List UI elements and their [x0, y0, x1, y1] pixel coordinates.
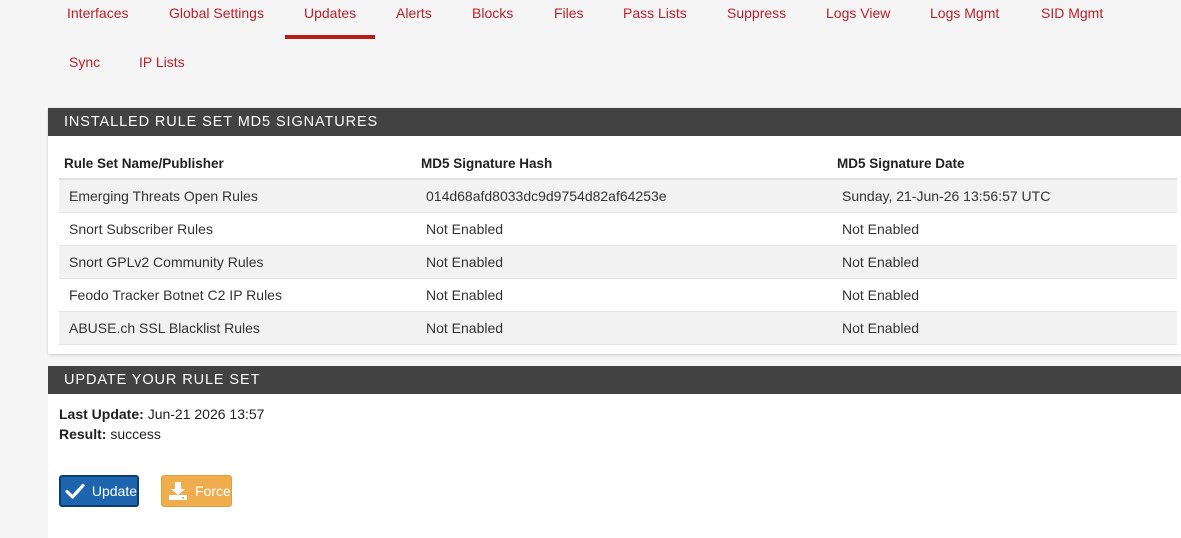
update-button-label: Update	[91, 483, 137, 499]
tab-ip-lists[interactable]: IP Lists	[139, 54, 185, 70]
md5-date: Not Enabled	[832, 311, 1177, 345]
check-icon	[65, 481, 86, 501]
last-update-value: Jun-21 2026 13:57	[147, 406, 265, 422]
table-row: ABUSE.ch SSL Blacklist Rules Not Enabled…	[59, 311, 1177, 345]
force-button[interactable]: Force	[161, 475, 232, 507]
rule-set-name: ABUSE.ch SSL Blacklist Rules	[59, 311, 416, 345]
tab-logs-mgmt[interactable]: Logs Mgmt	[930, 5, 999, 21]
last-update-line: Last Update: Jun-21 2026 13:57	[59, 406, 264, 422]
panel-heading: UPDATE YOUR RULE SET	[48, 366, 1181, 394]
table-header-row: Rule Set Name/Publisher MD5 Signature Ha…	[59, 149, 1177, 180]
md5-hash: Not Enabled	[416, 278, 832, 312]
result-label: Result:	[59, 426, 107, 442]
result-line: Result: success	[59, 426, 161, 442]
tab-pass-lists[interactable]: Pass Lists	[623, 5, 687, 21]
tab-updates[interactable]: Updates	[304, 5, 356, 21]
table-row: Feodo Tracker Botnet C2 IP Rules Not Ena…	[59, 278, 1177, 312]
tab-interfaces[interactable]: Interfaces	[67, 5, 128, 21]
tab-alerts[interactable]: Alerts	[396, 5, 432, 21]
tab-blocks[interactable]: Blocks	[472, 5, 513, 21]
table-row: Emerging Threats Open Rules 014d68afd803…	[59, 179, 1177, 213]
md5-date: Sunday, 21-Jun-26 13:56:57 UTC	[832, 179, 1177, 213]
tab-files[interactable]: Files	[554, 5, 584, 21]
rule-set-name: Snort Subscriber Rules	[59, 212, 416, 246]
rule-set-name: Snort GPLv2 Community Rules	[59, 245, 416, 279]
result-value: success	[110, 426, 161, 442]
column-header-md5-date: MD5 Signature Date	[832, 149, 1177, 180]
md5-table: Rule Set Name/Publisher MD5 Signature Ha…	[59, 149, 1177, 345]
last-update-label: Last Update:	[59, 406, 144, 422]
update-rule-set-panel: UPDATE YOUR RULE SET Last Update: Jun-21…	[48, 366, 1181, 538]
nav-tabs: Interfaces Global Settings Updates Alert…	[0, 0, 1181, 100]
md5-hash: Not Enabled	[416, 311, 832, 345]
md5-hash: Not Enabled	[416, 245, 832, 279]
md5-date: Not Enabled	[832, 245, 1177, 279]
tab-suppress[interactable]: Suppress	[727, 5, 786, 21]
tab-sync[interactable]: Sync	[69, 54, 100, 70]
md5-signatures-panel: INSTALLED RULE SET MD5 SIGNATURES Rule S…	[48, 108, 1181, 354]
md5-date: Not Enabled	[832, 212, 1177, 246]
active-tab-indicator	[285, 35, 375, 39]
md5-hash: Not Enabled	[416, 212, 832, 246]
column-header-rule-set: Rule Set Name/Publisher	[59, 149, 416, 180]
tab-sid-mgmt[interactable]: SID Mgmt	[1041, 5, 1103, 21]
md5-date: Not Enabled	[832, 278, 1177, 312]
force-button-label: Force	[195, 483, 231, 499]
update-button[interactable]: Update	[59, 475, 139, 507]
rule-set-name: Emerging Threats Open Rules	[59, 179, 416, 213]
table-row: Snort GPLv2 Community Rules Not Enabled …	[59, 245, 1177, 279]
download-icon	[167, 481, 189, 501]
tab-logs-view[interactable]: Logs View	[826, 5, 890, 21]
panel-heading: INSTALLED RULE SET MD5 SIGNATURES	[48, 108, 1181, 136]
tab-global-settings[interactable]: Global Settings	[169, 5, 264, 21]
column-header-md5-hash: MD5 Signature Hash	[416, 149, 832, 180]
md5-hash: 014d68afd8033dc9d9754d82af64253e	[416, 179, 832, 213]
rule-set-name: Feodo Tracker Botnet C2 IP Rules	[59, 278, 416, 312]
table-row: Snort Subscriber Rules Not Enabled Not E…	[59, 212, 1177, 246]
